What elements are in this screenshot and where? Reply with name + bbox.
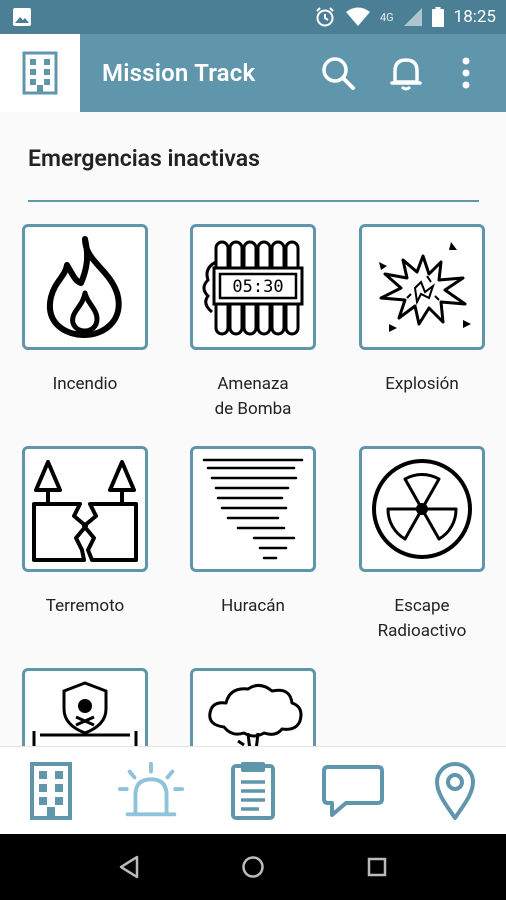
- emergency-tile-storm[interactable]: [173, 668, 333, 746]
- emergency-tile-explosion[interactable]: Explosión: [342, 224, 502, 397]
- nav-buildings[interactable]: [16, 757, 86, 825]
- network-type: 4G: [379, 10, 394, 24]
- emergency-icon-box[interactable]: [22, 224, 148, 350]
- siren-icon: [117, 761, 185, 817]
- emergency-icon-box[interactable]: 05:30: [190, 224, 316, 350]
- location-pin-icon: [435, 762, 475, 820]
- nav-alerts[interactable]: [116, 757, 186, 825]
- nav-reports[interactable]: [218, 757, 288, 825]
- bomb-timer: 05:30: [232, 277, 283, 297]
- search-button[interactable]: [316, 51, 360, 95]
- emergency-icon-box[interactable]: [190, 446, 316, 572]
- chat-icon: [322, 765, 384, 817]
- emergency-icon-box[interactable]: [22, 446, 148, 572]
- radioactive-icon: [372, 459, 472, 559]
- nav-location[interactable]: [420, 757, 490, 825]
- emergency-tile-toxic[interactable]: [5, 668, 165, 746]
- building-icon: [22, 51, 58, 95]
- clipboard-icon: [231, 762, 275, 820]
- image-icon: [13, 8, 31, 26]
- bottom-nav: [0, 746, 506, 834]
- tree-storm-icon: [208, 684, 303, 746]
- emergency-tile-terremoto[interactable]: Terremoto: [5, 446, 165, 619]
- emergency-icon-box[interactable]: [22, 668, 148, 746]
- alarm-icon: [316, 7, 334, 27]
- emergency-icon-box[interactable]: [190, 668, 316, 746]
- emergency-label: Terremoto: [45, 596, 125, 616]
- emergency-tile-escape-radioactivo[interactable]: Escape Radioactivo: [342, 446, 502, 644]
- emergency-label: Huracán: [221, 596, 285, 616]
- home-button[interactable]: [238, 852, 268, 882]
- recents-button[interactable]: [362, 852, 392, 882]
- building-icon: [30, 762, 72, 820]
- main-content: Emergencias inactivas Incendio 05:30 Ame…: [0, 112, 506, 746]
- more-options-button[interactable]: [444, 51, 488, 95]
- app-logo[interactable]: [0, 34, 80, 112]
- emergency-tile-amenaza-bomba[interactable]: 05:30 Amenaza de Bomba: [173, 224, 333, 422]
- app-bar: Mission Track: [0, 34, 506, 112]
- back-button[interactable]: [114, 852, 144, 882]
- bomb-icon: 05:30: [202, 240, 304, 336]
- section-title: Emergencias inactivas: [28, 145, 260, 172]
- emergency-icon-box[interactable]: [359, 446, 485, 572]
- hurricane-icon: [202, 458, 304, 560]
- bell-icon: [390, 58, 422, 91]
- emergency-label: Incendio: [52, 374, 118, 394]
- app-title: Mission Track: [102, 59, 256, 87]
- nav-chat[interactable]: [318, 757, 388, 825]
- emergency-label: Amenaza de Bomba: [214, 374, 292, 419]
- explosion-icon: [379, 242, 471, 332]
- emergency-label: Escape Radioactivo: [377, 596, 467, 641]
- earthquake-icon: [32, 460, 138, 562]
- wifi-icon: [345, 7, 370, 26]
- back-triangle-icon: [119, 855, 139, 879]
- more-vert-icon: [462, 57, 470, 89]
- home-circle-icon: [242, 856, 264, 878]
- search-icon: [322, 57, 355, 90]
- emergency-icon-box[interactable]: [359, 224, 485, 350]
- clock: 18:25: [453, 7, 496, 27]
- section-divider: [28, 200, 479, 202]
- status-bar: 4G 18:25: [0, 0, 506, 34]
- emergency-label: Explosión: [385, 374, 459, 394]
- emergency-tile-incendio[interactable]: Incendio: [5, 224, 165, 397]
- emergency-tile-huracan[interactable]: Huracán: [173, 446, 333, 619]
- signal-icon: [403, 8, 422, 26]
- fire-icon: [46, 236, 122, 338]
- system-nav-bar: [0, 834, 506, 900]
- notifications-button[interactable]: [384, 51, 428, 95]
- toxic-spill-icon: [32, 681, 138, 746]
- battery-icon: [431, 7, 444, 27]
- recents-square-icon: [367, 857, 387, 877]
